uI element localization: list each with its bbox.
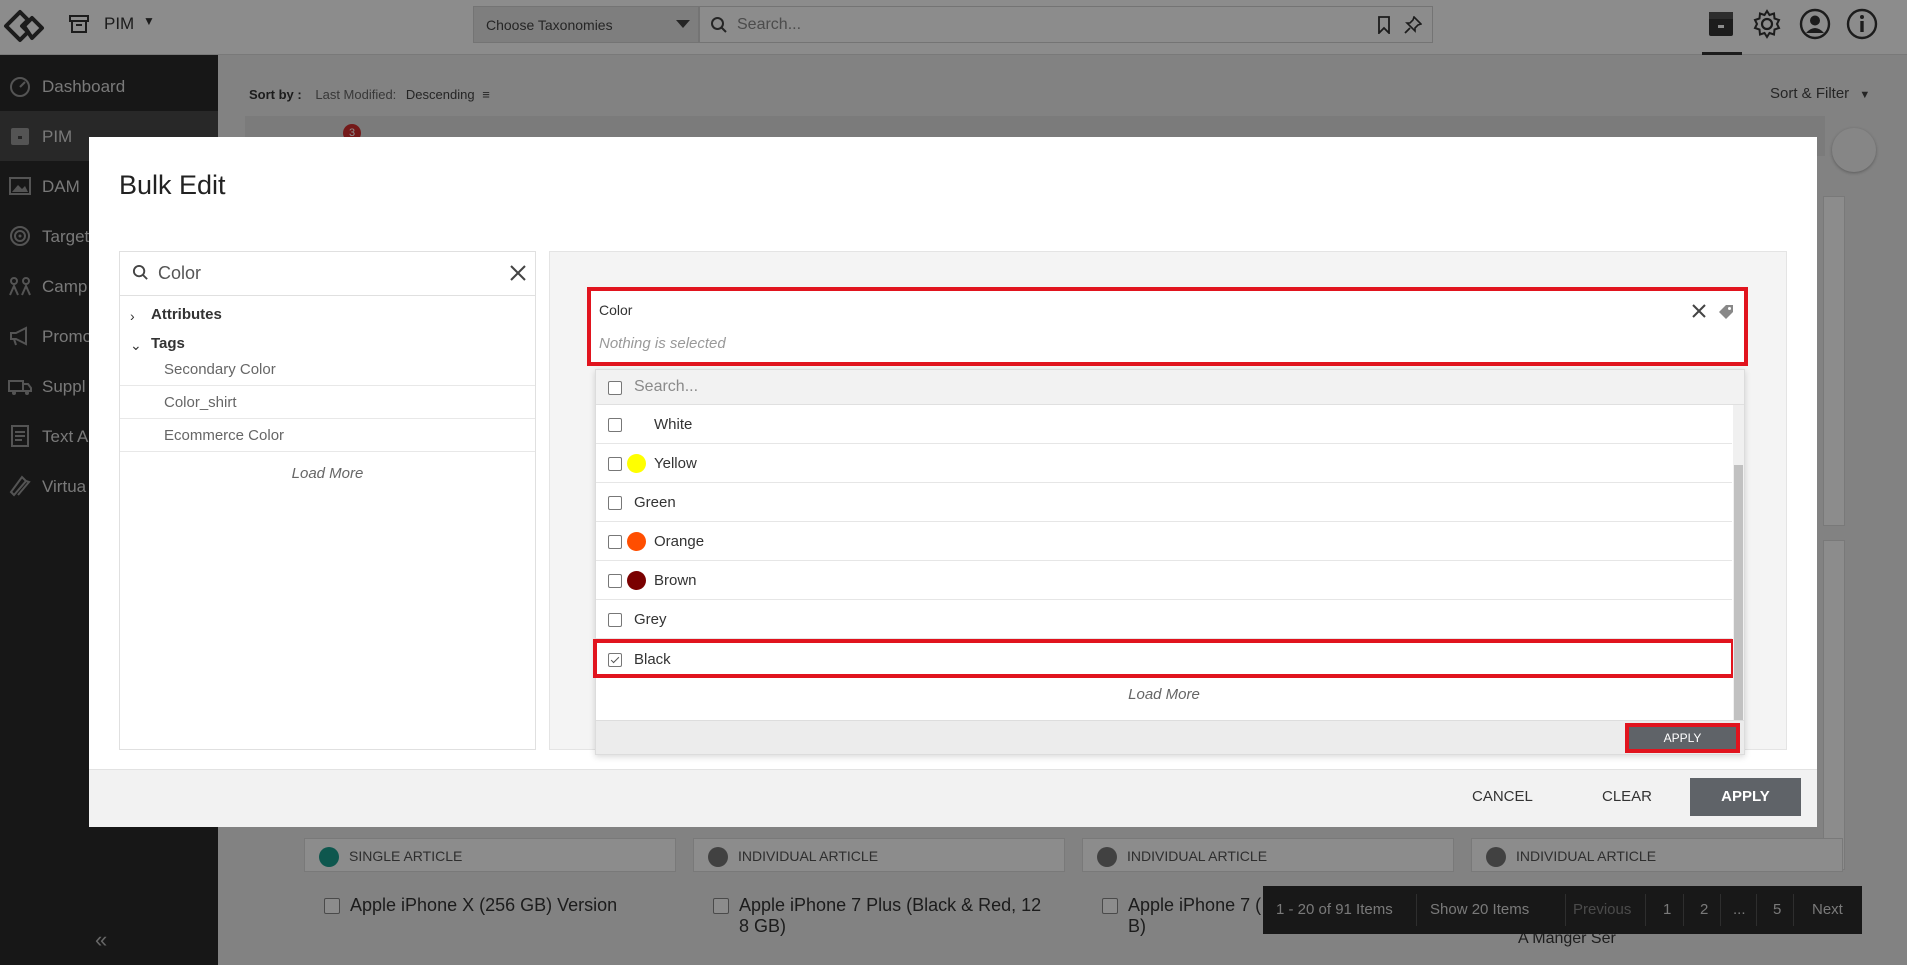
color-swatch <box>627 532 646 551</box>
option-checkbox[interactable] <box>608 496 622 510</box>
option-checkbox[interactable] <box>608 535 622 549</box>
option-label: Brown <box>654 572 697 589</box>
color-swatch <box>627 454 646 473</box>
tree-leaf[interactable]: Color_shirt <box>120 386 535 419</box>
attribute-value: Nothing is selected <box>599 335 726 352</box>
tree-node-tags[interactable]: ⌄ Tags <box>120 335 535 355</box>
tree-search-input[interactable] <box>158 261 478 285</box>
scrollbar-thumb[interactable] <box>1734 465 1743 720</box>
modal-title: Bulk Edit <box>119 170 226 200</box>
option-black[interactable]: Black <box>593 639 1735 678</box>
option-checkbox-checked[interactable] <box>608 653 622 667</box>
clear-button[interactable]: CLEAR <box>1602 788 1652 805</box>
bulk-edit-modal: Bulk Edit › Attributes ⌄ Tags Secondary … <box>89 137 1817 827</box>
edit-panel: Color Nothing is selected White <box>549 251 1787 755</box>
tag-icon[interactable] <box>1718 304 1734 320</box>
chevron-down-icon: ⌄ <box>130 337 142 353</box>
tree-leaf-label: Secondary Color <box>164 361 276 378</box>
apply-button[interactable]: APPLY <box>1690 778 1801 816</box>
option-checkbox[interactable] <box>608 574 622 588</box>
color-options-dropdown: White Yellow Green Orange Brown <box>593 369 1745 755</box>
option-green[interactable]: Green <box>596 483 1732 522</box>
select-all-checkbox[interactable] <box>608 381 622 395</box>
chevron-right-icon: › <box>130 308 135 324</box>
close-icon[interactable] <box>509 264 527 282</box>
tree-leaf-label: Ecommerce Color <box>164 427 285 444</box>
option-brown[interactable]: Brown <box>596 561 1732 600</box>
option-grey[interactable]: Grey <box>596 600 1732 639</box>
cancel-button[interactable]: CANCEL <box>1472 788 1533 805</box>
color-swatch <box>627 415 646 434</box>
option-label: Green <box>634 494 676 511</box>
option-label: Orange <box>654 533 705 550</box>
tree-node-label: Attributes <box>151 306 222 323</box>
option-checkbox[interactable] <box>608 613 622 627</box>
option-yellow[interactable]: Yellow <box>596 444 1732 483</box>
color-attribute-field[interactable]: Color Nothing is selected <box>587 287 1748 366</box>
option-label: Grey <box>634 611 667 628</box>
option-white[interactable]: White <box>596 405 1732 444</box>
options-search-input[interactable] <box>634 377 1234 397</box>
tree-leaf[interactable]: Secondary Color <box>120 353 535 386</box>
option-label: Black <box>634 651 671 668</box>
tree-search <box>120 252 535 296</box>
dropdown-apply-button[interactable]: APPLY <box>1625 723 1740 753</box>
load-more-link[interactable]: Load More <box>120 465 535 482</box>
attribute-tree-panel: › Attributes ⌄ Tags Secondary Color Colo… <box>119 251 536 750</box>
attribute-label: Color <box>599 302 633 318</box>
tree-leaf[interactable]: Ecommerce Color <box>120 419 535 452</box>
option-checkbox[interactable] <box>608 418 622 432</box>
color-swatch <box>627 571 646 590</box>
close-icon[interactable] <box>1692 304 1706 318</box>
options-load-more[interactable]: Load More <box>596 686 1732 703</box>
option-orange[interactable]: Orange <box>596 522 1732 561</box>
option-label: White <box>654 416 693 433</box>
dropdown-footer: APPLY <box>596 720 1744 754</box>
tree-leaf-label: Color_shirt <box>164 394 237 411</box>
modal-footer: CANCEL CLEAR APPLY <box>89 769 1817 827</box>
options-search <box>596 370 1744 405</box>
search-icon <box>132 264 148 280</box>
option-checkbox[interactable] <box>608 457 622 471</box>
tree-node-attributes[interactable]: › Attributes <box>120 306 535 326</box>
tree-node-label: Tags <box>151 335 185 352</box>
option-label: Yellow <box>654 455 697 472</box>
